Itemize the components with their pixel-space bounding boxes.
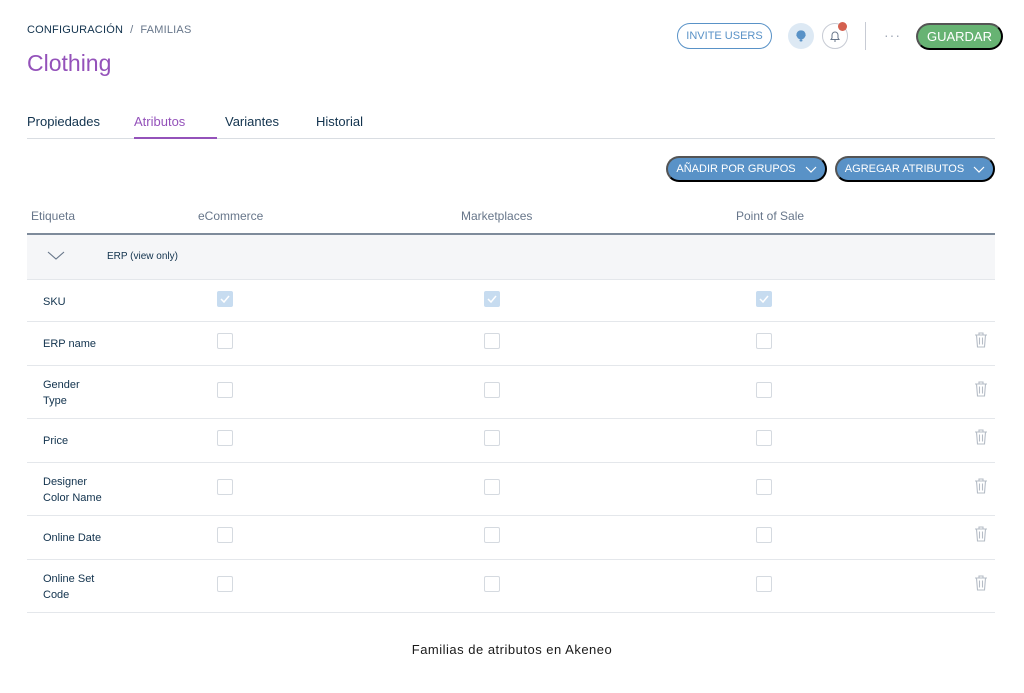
remove-attribute-button[interactable] xyxy=(974,575,988,596)
required-checkbox-marketplaces[interactable] xyxy=(484,479,500,495)
check-icon xyxy=(220,295,230,304)
trash-icon xyxy=(975,575,987,591)
remove-attribute-button[interactable] xyxy=(974,526,988,547)
trash-icon xyxy=(975,381,987,397)
chevron-down-icon xyxy=(973,166,985,173)
tab-propiedades[interactable]: Propiedades xyxy=(27,114,100,129)
bell-icon xyxy=(830,31,840,41)
remove-attribute-button[interactable] xyxy=(974,381,988,402)
remove-attribute-button[interactable] xyxy=(974,332,988,353)
trash-icon xyxy=(975,429,987,445)
more-dots-icon[interactable]: ··· xyxy=(884,27,901,43)
remove-attribute-button[interactable] xyxy=(974,429,988,450)
add-by-groups-button[interactable]: AÑADIR POR GRUPOS xyxy=(666,156,827,182)
tab-atributos[interactable]: Atributos xyxy=(134,114,185,129)
required-checkbox-point-of-sale[interactable] xyxy=(756,479,772,495)
required-checkbox-point-of-sale[interactable] xyxy=(756,382,772,398)
column-header-marketplaces: Marketplaces xyxy=(461,209,533,223)
required-checkbox-point-of-sale[interactable] xyxy=(756,291,772,307)
attribute-group-label: ERP (view only) xyxy=(107,251,178,262)
required-checkbox-marketplaces[interactable] xyxy=(484,430,500,446)
required-checkbox-ecommerce[interactable] xyxy=(217,382,233,398)
remove-attribute-button[interactable] xyxy=(974,478,988,499)
required-checkbox-ecommerce[interactable] xyxy=(217,430,233,446)
attribute-label-line: Color Name xyxy=(43,492,102,504)
invite-users-button[interactable]: INVITE USERS xyxy=(677,23,772,49)
table-row: Price xyxy=(27,419,995,463)
required-checkbox-ecommerce[interactable] xyxy=(217,479,233,495)
attribute-label: Online Date xyxy=(43,530,143,546)
attribute-label-line: ERP name xyxy=(43,338,96,350)
tab-bar: Propiedades Atributos Variantes Historia… xyxy=(27,112,995,139)
page-title: Clothing xyxy=(27,50,112,76)
notification-badge-dot xyxy=(838,22,847,31)
attribute-label-line: Code xyxy=(43,589,70,601)
help-headset-icon xyxy=(796,30,806,42)
attribute-label-line: Type xyxy=(43,395,67,407)
tab-historial[interactable]: Historial xyxy=(316,114,363,129)
breadcrumb-separator: / xyxy=(130,24,134,36)
required-checkbox-marketplaces[interactable] xyxy=(484,576,500,592)
column-header-etiqueta: Etiqueta xyxy=(31,209,76,223)
breadcrumb-configuracion[interactable]: CONFIGURACIÓN xyxy=(27,24,123,36)
required-checkbox-point-of-sale[interactable] xyxy=(756,527,772,543)
table-row: Online Date xyxy=(27,516,995,560)
chevron-down-icon xyxy=(805,166,817,173)
required-checkbox-marketplaces[interactable] xyxy=(484,291,500,307)
table-row: Gender Type xyxy=(27,366,995,419)
attribute-label-line: Price xyxy=(43,435,69,447)
trash-icon xyxy=(975,478,987,494)
attribute-label-line: Designer xyxy=(43,476,88,488)
active-tab-indicator xyxy=(134,137,217,139)
required-checkbox-point-of-sale[interactable] xyxy=(756,576,772,592)
required-checkbox-marketplaces[interactable] xyxy=(484,333,500,349)
image-caption: Familias de atributos en Akeneo xyxy=(411,642,613,657)
add-attributes-label: AGREGAR ATRIBUTOS xyxy=(844,163,965,175)
breadcrumb-familias[interactable]: FAMILIAS xyxy=(140,24,191,36)
trash-icon xyxy=(975,332,987,348)
attribute-label: Designer Color Name xyxy=(43,474,143,506)
required-checkbox-ecommerce[interactable] xyxy=(217,291,233,307)
attribute-label-line: Gender xyxy=(43,379,80,391)
chevron-down-icon[interactable] xyxy=(47,251,65,261)
breadcrumb: CONFIGURACIÓN / FAMILIAS xyxy=(27,24,192,36)
required-checkbox-point-of-sale[interactable] xyxy=(756,333,772,349)
table-row: Designer Color Name xyxy=(27,463,995,516)
attribute-label: Gender Type xyxy=(43,377,143,409)
check-icon xyxy=(759,295,769,304)
trash-icon xyxy=(975,526,987,542)
attribute-label-line: Online Date xyxy=(43,532,102,544)
attribute-label: Online Set Code xyxy=(43,571,143,603)
required-checkbox-ecommerce[interactable] xyxy=(217,333,233,349)
required-checkbox-point-of-sale[interactable] xyxy=(756,430,772,446)
add-attributes-button[interactable]: AGREGAR ATRIBUTOS xyxy=(835,156,995,182)
attribute-label: Price xyxy=(43,433,143,449)
column-header-point-of-sale: Point of Sale xyxy=(736,209,805,223)
table-row: SKU xyxy=(27,281,995,322)
required-checkbox-ecommerce[interactable] xyxy=(217,527,233,543)
table-row: ERP name xyxy=(27,322,995,366)
save-button[interactable]: GUARDAR xyxy=(916,23,1003,50)
check-icon xyxy=(487,295,497,304)
required-checkbox-ecommerce[interactable] xyxy=(217,576,233,592)
add-by-groups-label: AÑADIR POR GRUPOS xyxy=(676,163,796,175)
attribute-label: SKU xyxy=(43,294,143,310)
column-header-ecommerce: eCommerce xyxy=(198,209,264,223)
attribute-label-line: Online Set xyxy=(43,573,95,585)
attribute-group-row: ERP (view only) xyxy=(27,235,995,280)
attribute-label-line: SKU xyxy=(43,296,66,308)
required-checkbox-marketplaces[interactable] xyxy=(484,382,500,398)
help-button[interactable] xyxy=(788,23,814,49)
tab-variantes[interactable]: Variantes xyxy=(225,114,279,129)
header-divider xyxy=(865,22,866,50)
attribute-label: ERP name xyxy=(43,336,143,352)
table-row: Online Set Code xyxy=(27,560,995,613)
required-checkbox-marketplaces[interactable] xyxy=(484,527,500,543)
